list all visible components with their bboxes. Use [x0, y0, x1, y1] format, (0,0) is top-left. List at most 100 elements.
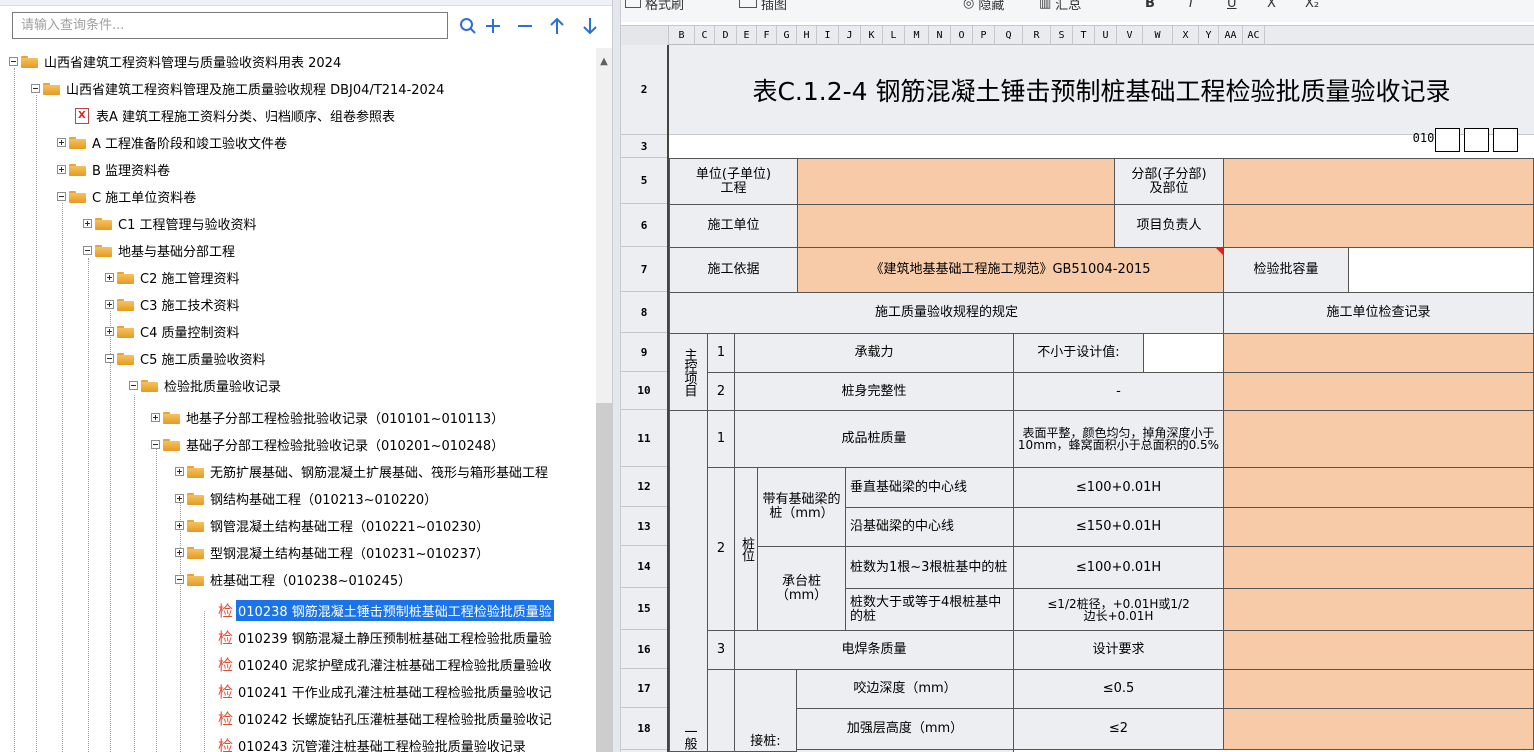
tree-node-table-a[interactable]: X 表A 建筑工程施工资料分类、归档顺序、组卷参照表: [75, 102, 397, 129]
collapse-icon[interactable]: [83, 246, 92, 255]
record-weld[interactable]: [1223, 630, 1534, 670]
value-contractor[interactable]: [797, 204, 1115, 248]
row-header-8[interactable]: 8: [621, 292, 667, 333]
row-header-11[interactable]: 11: [621, 410, 667, 467]
expand-icon[interactable]: [57, 165, 66, 174]
column-header-B[interactable]: B: [669, 26, 695, 45]
panel-splitter[interactable]: [612, 0, 621, 752]
column-header-U[interactable]: U: [1095, 26, 1117, 45]
row-header-18[interactable]: 18: [621, 708, 667, 750]
arrow-up-icon[interactable]: [545, 12, 569, 39]
tree-node-c5[interactable]: C5 施工质量验收资料: [105, 345, 267, 372]
tree-node-foundation[interactable]: 地基与基础分部工程: [83, 237, 237, 264]
tree-leaf-010240[interactable]: 检 010240 泥浆护壁成孔灌注桩基础工程检验批质量验收: [218, 651, 554, 678]
tree-leaf-010243[interactable]: 检 010243 沉管灌注桩基础工程检验批质量验收记录: [218, 732, 528, 752]
value-division[interactable]: [1223, 158, 1534, 205]
column-header-O[interactable]: O: [951, 26, 973, 45]
tree-node-basic[interactable]: 基础子分部工程检验批验收记录（010201~010248）: [151, 431, 506, 458]
column-header-V[interactable]: V: [1117, 26, 1143, 45]
record-many-piles[interactable]: [1223, 588, 1534, 631]
column-header-AC[interactable]: AC: [1243, 26, 1265, 45]
column-header-H[interactable]: H: [797, 26, 817, 45]
tree-node-volume-c[interactable]: C 施工单位资料卷: [57, 183, 198, 210]
tree-node-pile[interactable]: 桩基础工程（010238~010245）: [175, 566, 413, 593]
underline-button[interactable]: U: [1227, 0, 1237, 12]
value-project-manager[interactable]: [1223, 204, 1534, 248]
arrow-down-icon[interactable]: [578, 12, 602, 39]
record-along[interactable]: [1223, 507, 1534, 547]
record-perpendicular[interactable]: [1223, 467, 1534, 508]
row-header-5[interactable]: 5: [621, 158, 667, 204]
expand-icon[interactable]: [175, 521, 184, 530]
insert-image-button[interactable]: 插图 ˅: [739, 0, 798, 13]
record-reinforce[interactable]: [1223, 708, 1534, 750]
italic-button[interactable]: I: [1189, 0, 1193, 12]
format-brush-button[interactable]: 格式刷: [625, 0, 684, 13]
tree-leaf-010241[interactable]: 检 010241 干作业成孔灌注桩基础工程检验批质量验收记: [218, 678, 554, 705]
tree-node-root[interactable]: 山西省建筑工程资料管理与质量验收资料用表 2024: [9, 48, 343, 75]
record-few-piles[interactable]: [1223, 546, 1534, 589]
column-header-C[interactable]: C: [695, 26, 715, 45]
tree-node-shaped-steel[interactable]: 型钢混凝土结构基础工程（010231~010237）: [175, 539, 491, 566]
minus-icon[interactable]: [513, 12, 537, 39]
summary-button[interactable]: ▥ 汇总 ˅: [1039, 0, 1092, 13]
tree-node-volume-a[interactable]: A 工程准备阶段和竣工验收文件卷: [57, 129, 289, 156]
column-header-X[interactable]: X: [1173, 26, 1199, 45]
expand-icon[interactable]: [175, 548, 184, 557]
expand-icon[interactable]: [57, 138, 66, 147]
tree-node-standard[interactable]: 山西省建筑工程资料管理及施工质量验收规程 DBJ04/T214-2024: [31, 75, 446, 102]
strikethrough-button[interactable]: X: [1267, 0, 1276, 12]
column-header-P[interactable]: P: [973, 26, 995, 45]
row-header-6[interactable]: 6: [621, 204, 667, 247]
expand-icon[interactable]: [105, 327, 114, 336]
column-header-K[interactable]: K: [861, 26, 883, 45]
code-box-3[interactable]: [1493, 128, 1518, 152]
column-header-Q[interactable]: Q: [995, 26, 1023, 45]
tree-node-c4[interactable]: C4 质量控制资料: [105, 318, 241, 345]
value-unit[interactable]: [797, 158, 1115, 205]
collapse-icon[interactable]: [57, 192, 66, 201]
record-bite-depth[interactable]: [1223, 669, 1534, 709]
tree-scrollbar-thumb[interactable]: [596, 403, 612, 752]
expand-icon[interactable]: [105, 300, 114, 309]
tree-node-inspection[interactable]: 检验批质量验收记录: [129, 372, 283, 399]
hide-button[interactable]: ◎ 隐藏: [963, 0, 1004, 13]
tree-node-steel-tube[interactable]: 钢管混凝土结构基础工程（010221~010230）: [175, 512, 491, 539]
value-capacity[interactable]: [1348, 247, 1534, 293]
column-header-J[interactable]: J: [839, 26, 861, 45]
expand-icon[interactable]: [151, 413, 160, 422]
column-header-F[interactable]: F: [757, 26, 777, 45]
expand-icon[interactable]: [83, 219, 92, 228]
tree-leaf-010238[interactable]: 检 010238 钢筋混凝土锤击预制桩基础工程检验批质量验: [218, 597, 554, 624]
column-header-R[interactable]: R: [1023, 26, 1051, 45]
select-all-corner[interactable]: [621, 26, 669, 45]
row-header-7[interactable]: 7: [621, 247, 667, 292]
tree-node-spread[interactable]: 无筋扩展基础、钢筋混凝土扩展基础、筏形与箱形基础工程: [175, 458, 550, 485]
expand-icon[interactable]: [175, 494, 184, 503]
row-header-13[interactable]: 13: [621, 507, 667, 546]
expand-icon[interactable]: [105, 273, 114, 282]
bold-button[interactable]: B: [1145, 0, 1155, 12]
column-header-E[interactable]: E: [737, 26, 757, 45]
column-header-W[interactable]: W: [1143, 26, 1173, 45]
row-header-17[interactable]: 17: [621, 669, 667, 708]
record-bearing[interactable]: [1223, 333, 1534, 373]
collapse-icon[interactable]: [9, 57, 18, 66]
column-header-I[interactable]: I: [817, 26, 839, 45]
column-header-L[interactable]: L: [883, 26, 905, 45]
column-header-Y[interactable]: Y: [1199, 26, 1219, 45]
value-basis[interactable]: 《建筑地基基础工程施工规范》GB51004-2015: [797, 247, 1224, 293]
row-header-3[interactable]: 3: [621, 135, 667, 158]
tree-node-c2[interactable]: C2 施工管理资料: [105, 264, 241, 291]
plus-icon[interactable]: [481, 12, 505, 39]
row-header-16[interactable]: 16: [621, 630, 667, 669]
row-header-9[interactable]: 9: [621, 333, 667, 372]
subscript-button[interactable]: X₂: [1305, 0, 1319, 12]
collapse-icon[interactable]: [129, 381, 138, 390]
tree-leaf-010239[interactable]: 检 010239 钢筋混凝土静压预制桩基础工程检验批质量验: [218, 624, 554, 651]
row-header-10[interactable]: 10: [621, 372, 667, 410]
record-integrity[interactable]: [1223, 372, 1534, 411]
column-header-T[interactable]: T: [1073, 26, 1095, 45]
column-header-M[interactable]: M: [905, 26, 929, 45]
column-header-D[interactable]: D: [715, 26, 737, 45]
